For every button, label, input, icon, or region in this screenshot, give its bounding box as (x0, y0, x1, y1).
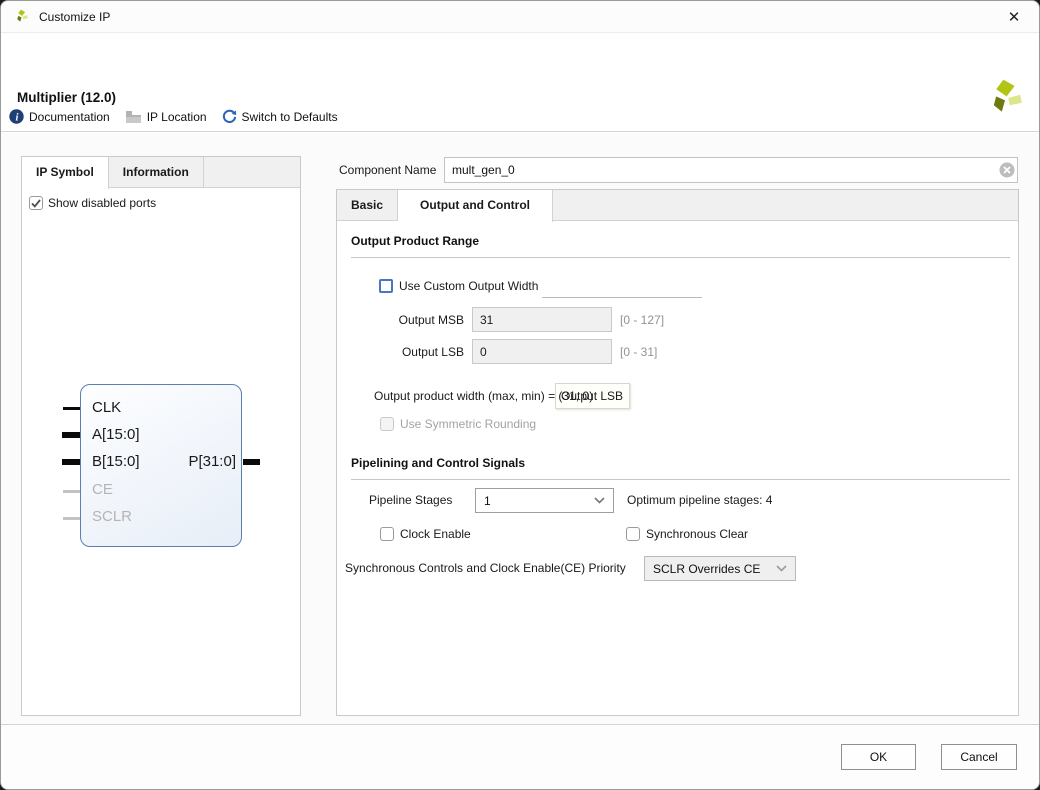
use-symmetric-rounding-checkbox (380, 417, 394, 431)
clock-enable-label: Clock Enable (400, 527, 471, 541)
p-port-stub (243, 459, 260, 465)
clear-icon[interactable] (999, 162, 1015, 178)
ok-button[interactable]: OK (841, 744, 916, 770)
clock-enable-checkbox[interactable] (380, 527, 394, 541)
ip-location-button[interactable]: IP Location (125, 110, 207, 124)
documentation-label: Documentation (29, 110, 110, 124)
chevron-down-icon (776, 565, 787, 572)
xilinx-logo-icon (13, 9, 30, 24)
customize-ip-dialog: Customize IP ✕ Multiplier (12.0) i Docum… (0, 0, 1040, 790)
output-product-range-title: Output Product Range (351, 234, 479, 248)
dialog-header: Multiplier (12.0) i Documentation IP (1, 33, 1039, 132)
output-msb-label: Output MSB (367, 313, 464, 327)
sclr-port-stub (63, 517, 80, 520)
product-width-value: (31, 0) (558, 389, 593, 403)
folder-icon (125, 110, 142, 124)
tab-ip-symbol[interactable]: IP Symbol (22, 157, 109, 189)
port-label-sclr: SCLR (92, 508, 132, 525)
options-panel: Basic Output and Control Output Product … (336, 189, 1019, 716)
toolbar: i Documentation IP Location Switch to De… (9, 109, 338, 124)
output-msb-field[interactable]: 31 (472, 307, 612, 332)
dialog-footer: OK Cancel (1, 724, 1039, 789)
info-icon: i (9, 109, 24, 124)
product-width-row: Output LSB Output product width (max, mi… (374, 389, 593, 407)
xilinx-logo (985, 77, 1025, 119)
output-lsb-label: Output LSB (367, 345, 464, 359)
product-width-label: Output product width (max, min) = (374, 389, 558, 403)
priority-label: Synchronous Controls and Clock Enable(CE… (345, 561, 626, 575)
use-custom-output-width-label: Use Custom Output Width (399, 279, 538, 293)
show-disabled-ports-checkbox[interactable] (29, 196, 43, 210)
port-label-ce: CE (92, 481, 113, 498)
close-icon[interactable]: ✕ (1001, 4, 1027, 30)
ce-port-stub (63, 490, 80, 493)
port-label-b: B[15:0] (92, 453, 140, 470)
synchronous-clear-checkbox[interactable] (626, 527, 640, 541)
clk-port-stub (63, 407, 80, 410)
dialog-content: IP Symbol Information Show disabled port… (1, 133, 1039, 789)
component-name-input[interactable] (444, 157, 1018, 183)
use-custom-output-width-checkbox[interactable] (379, 279, 393, 293)
optimum-pipeline-text: Optimum pipeline stages: 4 (627, 493, 772, 507)
synchronous-clear-label: Synchronous Clear (646, 527, 748, 541)
left-tabstrip: IP Symbol Information (22, 157, 300, 188)
tab-output-and-control[interactable]: Output and Control (398, 190, 553, 222)
b-port-stub (62, 459, 80, 465)
title-bar: Customize IP ✕ (1, 1, 1039, 33)
show-disabled-ports-label: Show disabled ports (48, 196, 156, 210)
documentation-button[interactable]: i Documentation (9, 109, 110, 124)
pipeline-stages-value: 1 (484, 494, 491, 508)
tab-basic[interactable]: Basic (337, 190, 398, 220)
a-port-stub (62, 432, 80, 438)
window-title: Customize IP (39, 10, 110, 24)
refresh-icon (222, 109, 237, 124)
section-divider (351, 257, 1010, 258)
port-label-clk: CLK (92, 399, 121, 416)
priority-dropdown: SCLR Overrides CE (644, 556, 796, 581)
svg-text:i: i (16, 112, 19, 123)
switch-to-defaults-label: Switch to Defaults (242, 110, 338, 124)
tab-information[interactable]: Information (109, 157, 204, 187)
priority-value: SCLR Overrides CE (653, 562, 760, 576)
port-label-a: A[15:0] (92, 426, 140, 443)
ip-symbol-diagram: CLK A[15:0] B[15:0] CE SCLR P[31:0] (60, 382, 272, 557)
page-title: Multiplier (12.0) (17, 90, 116, 105)
use-symmetric-rounding-label: Use Symmetric Rounding (400, 417, 536, 431)
output-msb-range: [0 - 127] (620, 313, 664, 327)
check-icon (31, 199, 41, 208)
group-divider (542, 297, 702, 298)
main-tabstrip: Basic Output and Control (337, 190, 1018, 221)
pipeline-stages-label: Pipeline Stages (369, 493, 452, 507)
chevron-down-icon (594, 497, 605, 504)
output-lsb-field[interactable]: 0 (472, 339, 612, 364)
component-name-label: Component Name (339, 163, 436, 177)
pipeline-stages-dropdown[interactable]: 1 (475, 488, 614, 513)
ip-location-label: IP Location (147, 110, 207, 124)
cancel-button[interactable]: Cancel (941, 744, 1017, 770)
output-lsb-range: [0 - 31] (620, 345, 657, 359)
pipelining-title: Pipelining and Control Signals (351, 456, 525, 470)
ip-symbol-panel: IP Symbol Information Show disabled port… (21, 156, 301, 716)
section-divider-2 (351, 479, 1010, 480)
switch-to-defaults-button[interactable]: Switch to Defaults (222, 109, 338, 124)
port-label-p: P[31:0] (188, 453, 236, 470)
